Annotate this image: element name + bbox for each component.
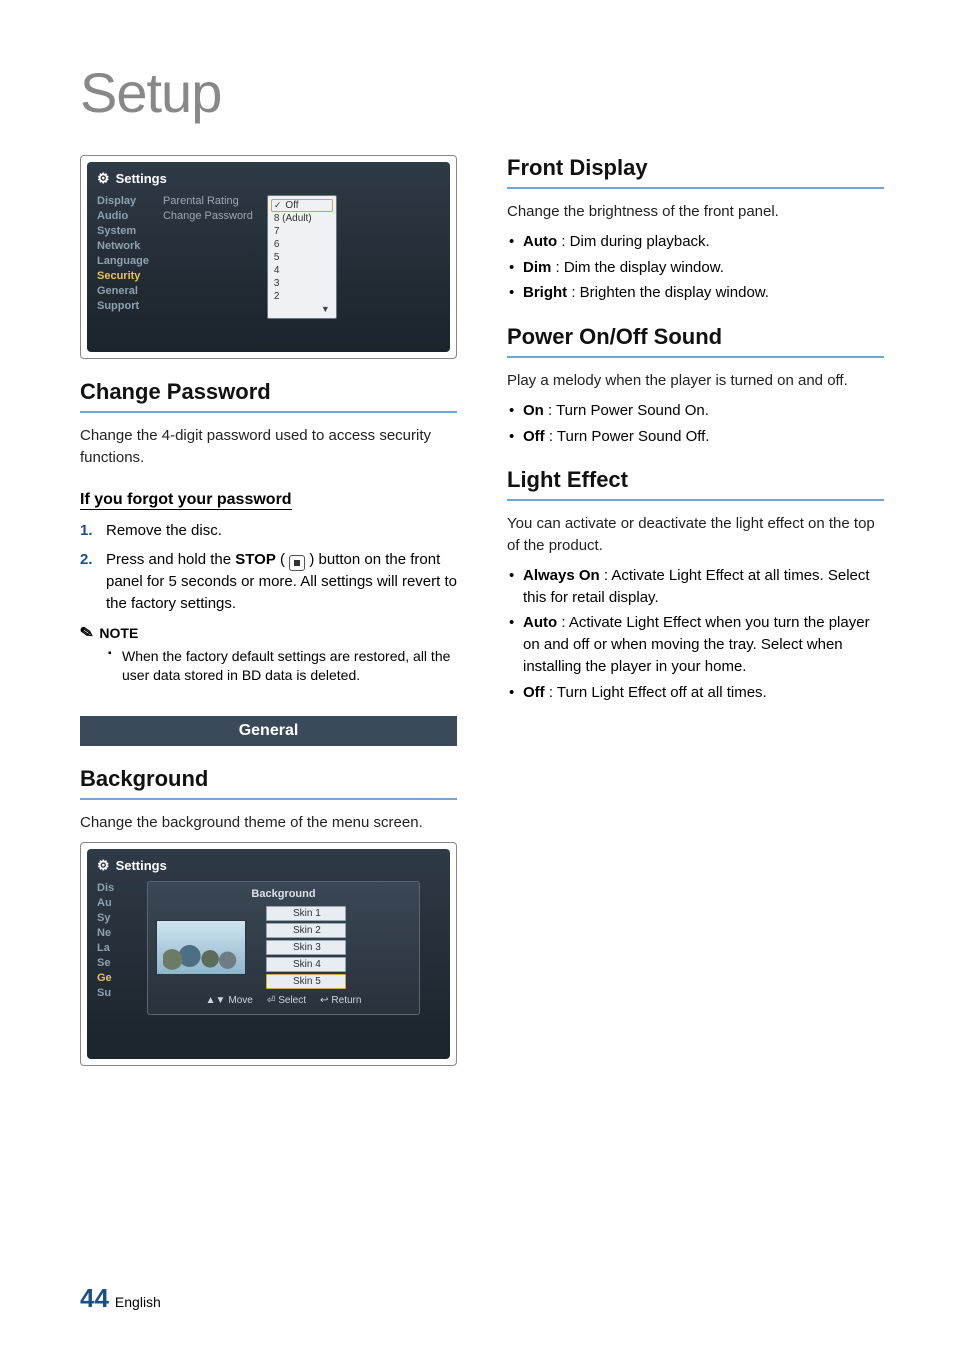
text-light: You can activate or deactivate the light… [507, 513, 884, 557]
dropdown-option[interactable]: 2 [274, 291, 330, 302]
sidebar-item[interactable]: Network [97, 240, 149, 252]
list-front-display: Auto : Dim during playback. Dim : Dim the… [507, 231, 884, 304]
stop-icon [289, 555, 305, 571]
dropdown-option[interactable]: 4 [274, 265, 330, 276]
list-item: Auto : Dim during playback. [507, 231, 884, 253]
step-2: 2. Press and hold the STOP ( ) button on… [80, 549, 457, 615]
dropdown-option[interactable]: 3 [274, 278, 330, 289]
dropdown-option[interactable]: 5 [274, 252, 330, 263]
note-icon: ✎ [78, 622, 95, 644]
menu-item[interactable]: Parental Rating [163, 195, 253, 207]
dropdown-option[interactable]: ✓Off [271, 199, 333, 212]
list-item: Auto : Activate Light Effect when you tu… [507, 612, 884, 677]
gear-icon: ⚙ [97, 170, 110, 187]
page-title: Setup [80, 60, 884, 125]
skin-option[interactable]: Skin 4 [266, 957, 346, 972]
modal-footer: ▲▼ Move ⏎ Select ↩ Return [156, 995, 411, 1006]
panel-title-text: Settings [116, 858, 167, 873]
banner-general: General [80, 716, 457, 746]
menu-item[interactable]: Change Password [163, 210, 253, 222]
heading-light: Light Effect [507, 467, 884, 501]
settings-panel-background: ⚙ Settings DisAuSyNeLaSeGeSu Background … [80, 842, 457, 1066]
settings-mid-list: Parental Rating Change Password [163, 195, 253, 319]
step-1: 1. Remove the disc. [80, 520, 457, 542]
text-power: Play a melody when the player is turned … [507, 370, 884, 392]
updown-icon: ▲▼ [206, 995, 226, 1006]
dropdown-option[interactable]: 6 [274, 239, 330, 250]
sidebar-item[interactable]: Display [97, 195, 149, 207]
list-item: Dim : Dim the display window. [507, 257, 884, 279]
right-column: Front Display Change the brightness of t… [507, 155, 884, 1086]
text-change-password: Change the 4-digit password used to acce… [80, 425, 457, 469]
return-icon: ↩ [320, 995, 328, 1006]
subheading-forgot: If you forgot your password [80, 491, 292, 510]
rating-dropdown[interactable]: ✓Off8 (Adult) 7 6 5 4 3 2 ▼ [267, 195, 337, 319]
left-column: ⚙ Settings Display Audio System Network Lang… [80, 155, 457, 1086]
sidebar-item[interactable]: Support [97, 300, 149, 312]
sidebar-item[interactable]: Audio [97, 210, 149, 222]
modal-title: Background [156, 888, 411, 900]
dropdown-option[interactable]: 8 (Adult) [274, 213, 330, 224]
gear-icon: ⚙ [97, 857, 110, 874]
heading-change-password: Change Password [80, 379, 457, 413]
sidebar-item[interactable]: Security [97, 270, 149, 282]
dropdown-option[interactable]: 7 [274, 226, 330, 237]
list-item: Bright : Brighten the display window. [507, 282, 884, 304]
select-icon: ⏎ [267, 995, 275, 1006]
skin-option[interactable]: Skin 2 [266, 923, 346, 938]
page-number: 44English [80, 1283, 161, 1314]
chevron-down-icon: ▼ [321, 304, 330, 314]
sidebar-item[interactable]: Language [97, 255, 149, 267]
skin-option[interactable]: Skin 1 [266, 906, 346, 921]
sidebar-item[interactable]: System [97, 225, 149, 237]
settings-panel-parental: ⚙ Settings Display Audio System Network Lang… [80, 155, 457, 359]
skin-option[interactable]: Skin 3 [266, 940, 346, 955]
panel-title-text: Settings [116, 171, 167, 186]
skin-list[interactable]: Skin 1 Skin 2 Skin 3 Skin 4 Skin 5 [266, 906, 346, 989]
settings-side-list: Display Audio System Network Language Securit… [97, 195, 149, 319]
heading-background: Background [80, 766, 457, 800]
note-header: ✎ NOTE [80, 623, 457, 643]
list-item: Off : Turn Power Sound Off. [507, 426, 884, 448]
list-item: On : Turn Power Sound On. [507, 400, 884, 422]
text-background: Change the background theme of the menu … [80, 812, 457, 834]
background-modal: Background Skin 1Skin 2Skin 3Skin 4Skin … [147, 881, 420, 1015]
skin-preview [156, 920, 246, 975]
list-light: Always On : Activate Light Effect at all… [507, 565, 884, 704]
heading-power: Power On/Off Sound [507, 324, 884, 358]
skin-option[interactable]: Skin 5 [266, 974, 346, 989]
heading-front-display: Front Display [507, 155, 884, 189]
note-body: When the factory default settings are re… [80, 647, 457, 686]
text-front-display: Change the brightness of the front panel… [507, 201, 884, 223]
list-item: Off : Turn Light Effect off at all times… [507, 682, 884, 704]
list-power: On : Turn Power Sound On. Off : Turn Powe… [507, 400, 884, 448]
list-item: Always On : Activate Light Effect at all… [507, 565, 884, 609]
sidebar-item[interactable]: General [97, 285, 149, 297]
